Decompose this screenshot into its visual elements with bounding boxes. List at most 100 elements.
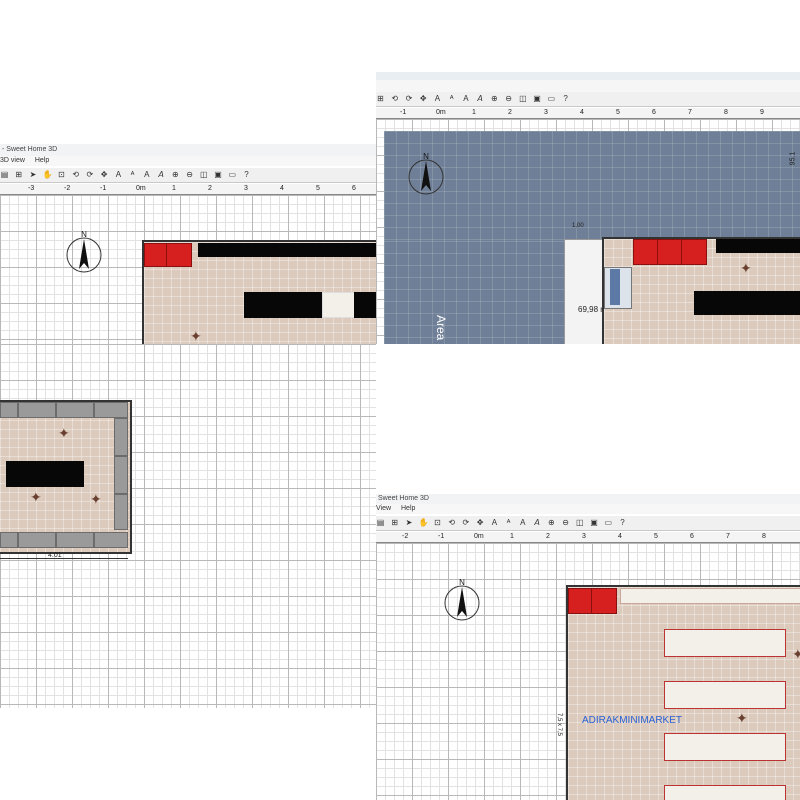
- awning-right[interactable]: [591, 588, 617, 614]
- add-furniture-icon[interactable]: ⊞: [376, 92, 385, 106]
- wall-shelf-top[interactable]: [620, 588, 800, 604]
- menu-help[interactable]: Help: [35, 157, 49, 164]
- add-text-icon[interactable]: A: [490, 516, 499, 530]
- create-photo-icon[interactable]: ▣: [590, 516, 599, 530]
- person-figure[interactable]: ✦: [190, 329, 202, 343]
- shelf-center[interactable]: [694, 291, 800, 315]
- add-furniture-icon[interactable]: ⊞: [390, 516, 399, 530]
- create-polylines-icon[interactable]: ⟳: [461, 516, 470, 530]
- gondola-1[interactable]: [664, 629, 786, 657]
- help-icon[interactable]: ?: [561, 92, 570, 106]
- compass-icon[interactable]: N: [442, 577, 482, 621]
- italic-icon[interactable]: 𝘈: [476, 92, 485, 106]
- aerial-view-icon[interactable]: ◫: [199, 168, 208, 182]
- text-size-icon[interactable]: A: [461, 92, 470, 106]
- aerial-view-icon[interactable]: ◫: [575, 516, 584, 530]
- text-size-icon[interactable]: A: [142, 168, 151, 182]
- italic-icon[interactable]: 𝘈: [533, 516, 542, 530]
- person-figure[interactable]: ✦: [58, 426, 70, 440]
- awning-left[interactable]: [144, 243, 167, 267]
- create-rooms-icon[interactable]: ⟲: [71, 168, 80, 182]
- awning-3[interactable]: [681, 239, 707, 265]
- refrigerator-door[interactable]: [610, 269, 620, 305]
- select-icon[interactable]: ➤: [404, 516, 413, 530]
- shelf-center-a[interactable]: [244, 292, 322, 318]
- depot-area-floor-lower[interactable]: [384, 241, 564, 344]
- shelf-top-1[interactable]: [0, 402, 18, 418]
- menu-help[interactable]: Help: [401, 505, 415, 512]
- awning-1[interactable]: [633, 239, 658, 265]
- person-figure[interactable]: ✦: [736, 711, 748, 725]
- dimension-line[interactable]: [0, 558, 128, 559]
- gondola-4[interactable]: [664, 785, 786, 800]
- create-walls-icon[interactable]: ⊡: [57, 168, 66, 182]
- text-style-icon[interactable]: ᴬ: [447, 92, 456, 106]
- text-style-icon[interactable]: ᴬ: [504, 516, 513, 530]
- add-text-icon[interactable]: A: [114, 168, 123, 182]
- awning-2[interactable]: [657, 239, 682, 265]
- gondola-2[interactable]: [664, 681, 786, 709]
- plan-grid[interactable]: N ADIRAKMINIMARKET 7,5 x 7,5 ✦ ✦: [376, 543, 800, 800]
- create-video-icon[interactable]: ▭: [228, 168, 237, 182]
- shelf-right-1[interactable]: [114, 418, 128, 456]
- text-style-icon[interactable]: ᴬ: [128, 168, 137, 182]
- zoom-out-icon[interactable]: ⊖: [185, 168, 194, 182]
- shelf-right-2[interactable]: [114, 456, 128, 494]
- select-icon[interactable]: ➤: [28, 168, 37, 182]
- text-size-icon[interactable]: A: [518, 516, 527, 530]
- gondola-3[interactable]: [664, 733, 786, 761]
- shelf-bottom-1[interactable]: [0, 532, 18, 548]
- person-figure[interactable]: ✦: [90, 492, 102, 506]
- person-figure[interactable]: ✦: [30, 490, 42, 504]
- create-polylines-icon[interactable]: ⟳: [404, 92, 413, 106]
- zoom-out-icon[interactable]: ⊖: [561, 516, 570, 530]
- create-polylines-icon[interactable]: ⟳: [85, 168, 94, 182]
- create-dimensions-icon[interactable]: ✥: [100, 168, 109, 182]
- pan-icon[interactable]: ✋: [419, 516, 429, 530]
- person-figure[interactable]: ✦: [792, 647, 800, 661]
- create-video-icon[interactable]: ▭: [547, 92, 556, 106]
- zoom-in-icon[interactable]: ⊕: [171, 168, 180, 182]
- create-photo-icon[interactable]: ▣: [214, 168, 223, 182]
- zoom-in-icon[interactable]: ⊕: [490, 92, 499, 106]
- create-walls-icon[interactable]: ⊡: [433, 516, 442, 530]
- create-photo-icon[interactable]: ▣: [533, 92, 542, 106]
- create-rooms-icon[interactable]: ⟲: [447, 516, 456, 530]
- add-text-icon[interactable]: A: [433, 92, 442, 106]
- person-figure[interactable]: ✦: [740, 261, 752, 275]
- corridor-floor[interactable]: [564, 239, 604, 344]
- zoom-out-icon[interactable]: ⊖: [504, 92, 513, 106]
- compass-icon[interactable]: N: [64, 229, 104, 273]
- italic-icon[interactable]: 𝘈: [157, 168, 166, 182]
- paste-icon[interactable]: ▤: [0, 168, 9, 182]
- shelf-bottom-2[interactable]: [18, 532, 56, 548]
- plan-grid-lower[interactable]: ✦ ✦ ✦ 4.01: [0, 344, 376, 708]
- pan-icon[interactable]: ✋: [43, 168, 53, 182]
- awning-left[interactable]: [568, 588, 592, 614]
- plan-grid[interactable]: N 95.1 Area Depo 1,00 69,98 m² ✦: [376, 119, 800, 344]
- awning-right[interactable]: [166, 243, 192, 267]
- center-display[interactable]: [6, 461, 84, 487]
- help-icon[interactable]: ?: [242, 168, 251, 182]
- shelf-center-b[interactable]: [322, 292, 356, 318]
- shelf-top-3[interactable]: [56, 402, 94, 418]
- paste-icon[interactable]: ▤: [376, 516, 385, 530]
- create-rooms-icon[interactable]: ⟲: [390, 92, 399, 106]
- counter-top[interactable]: [198, 243, 376, 257]
- menu-3d-view[interactable]: 3D view: [0, 157, 25, 164]
- aerial-view-icon[interactable]: ◫: [518, 92, 527, 106]
- compass-icon[interactable]: N: [406, 151, 446, 195]
- create-dimensions-icon[interactable]: ✥: [419, 92, 428, 106]
- shelf-top-2[interactable]: [18, 402, 56, 418]
- depot-area-floor[interactable]: [384, 131, 800, 241]
- counter-top[interactable]: [716, 239, 800, 253]
- create-video-icon[interactable]: ▭: [604, 516, 613, 530]
- zoom-in-icon[interactable]: ⊕: [547, 516, 556, 530]
- menu-view[interactable]: View: [376, 505, 391, 512]
- shelf-right-3[interactable]: [114, 494, 128, 530]
- shelf-top-4[interactable]: [94, 402, 128, 418]
- shelf-bottom-4[interactable]: [94, 532, 128, 548]
- shelf-center-c[interactable]: [354, 292, 376, 318]
- plan-grid[interactable]: N ✦: [0, 195, 376, 344]
- help-icon[interactable]: ?: [618, 516, 627, 530]
